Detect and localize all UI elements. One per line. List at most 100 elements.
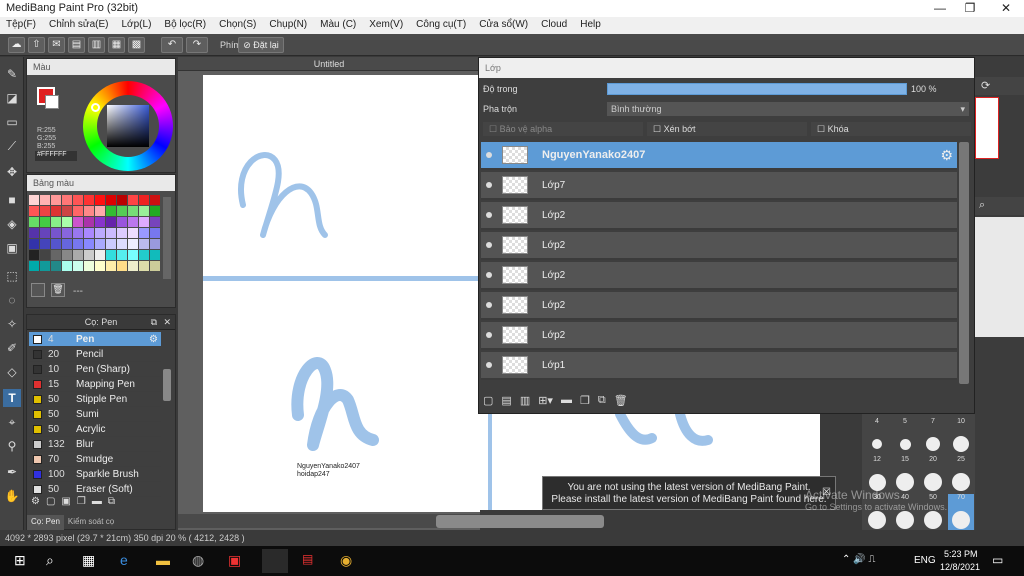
palette-swatch[interactable] [40,217,50,227]
menu-item-10[interactable]: Cloud [535,17,574,34]
brush-item[interactable]: 10 Pen (Sharp) [29,362,161,377]
palette-swatch[interactable] [73,239,83,249]
visibility-icon[interactable] [486,272,492,278]
palette-swatch[interactable] [62,239,72,249]
palette-swatch[interactable] [106,239,116,249]
palette-swatch[interactable] [128,250,138,260]
palette-swatch[interactable] [73,261,83,271]
palette-swatch[interactable] [117,239,127,249]
brush-size-dot[interactable] [868,511,886,529]
lock-checkbox[interactable]: ☐ Khóa [811,122,971,136]
palette-swatch[interactable] [73,228,83,238]
palette-swatch[interactable] [29,239,39,249]
system-tray-icons[interactable]: ⌃ 🔊 ⎍ [842,554,875,565]
canvas-tab[interactable]: Untitled [178,57,480,71]
brush-settings-icon[interactable]: ⚙ [149,334,158,345]
palette-swatch[interactable] [128,239,138,249]
delete-palette-icon[interactable]: 🗑 [51,283,65,297]
brush-size-dot[interactable] [926,437,940,451]
palette-swatch[interactable] [139,195,149,205]
fill-rect-tool-icon[interactable]: ■ [3,191,21,209]
palette-swatch[interactable] [84,239,94,249]
palette-swatch[interactable] [84,195,94,205]
palette-swatch[interactable] [117,261,127,271]
layer-row[interactable]: Lớp1 [481,352,957,380]
menu-item-3[interactable]: Bộ lọc(R) [158,17,213,34]
windows-start-icon[interactable]: ⊞ [14,552,26,569]
brush-item[interactable]: 50 Sumi [29,407,161,422]
brush-item[interactable]: 15 Mapping Pen [29,377,161,392]
eyedropper-tool-icon[interactable]: ⚲ [3,437,21,455]
horizontal-scroll-thumb[interactable] [436,515,604,528]
brush-item[interactable]: 132 Blur [29,437,161,452]
palette-swatch[interactable] [73,206,83,216]
delete-layer-icon[interactable]: 🗑 [614,394,628,410]
palette-swatch[interactable] [62,261,72,271]
palette-swatch[interactable] [95,250,105,260]
palette-swatch[interactable] [95,228,105,238]
layer-row[interactable]: Lớp2 [481,292,957,320]
select-eraser-tool-icon[interactable]: ◇ [3,363,21,381]
palette-swatch[interactable] [29,250,39,260]
page-icon[interactable]: ▥ [88,37,105,53]
medibang-taskbar-icon[interactable] [262,549,288,573]
text-tool-icon[interactable]: T [3,389,21,407]
new-layer-icon[interactable]: ▢ [483,394,493,410]
palette-swatch[interactable] [106,228,116,238]
palette-swatch[interactable] [51,250,61,260]
canvas[interactable]: NguyenYanako2407 hoidap247 [203,75,480,512]
palette-swatch[interactable] [51,206,61,216]
palette-swatch[interactable] [139,206,149,216]
palette-swatch[interactable] [51,228,61,238]
palette-swatch[interactable] [29,228,39,238]
palette-swatch[interactable] [40,228,50,238]
palette-swatch[interactable] [73,217,83,227]
grid-icon[interactable]: ▦ [108,37,125,53]
maximize-button[interactable]: ❐ [960,1,980,15]
clip-checkbox[interactable]: ☐ Xén bớt [647,122,807,136]
palette-swatch[interactable] [40,195,50,205]
palette-swatch[interactable] [128,228,138,238]
palette-swatch[interactable] [29,261,39,271]
eraser-tool-icon[interactable]: ◪ [3,89,21,107]
chat-icon[interactable]: ✉ [48,37,65,53]
hand-tool-icon[interactable]: ✋ [3,487,21,505]
palette-swatch[interactable] [128,195,138,205]
palette-swatch[interactable] [139,261,149,271]
palette-swatch[interactable] [95,195,105,205]
palette-swatch[interactable] [95,261,105,271]
palette-swatch[interactable] [29,217,39,227]
palette-swatch[interactable] [150,239,160,249]
visibility-icon[interactable] [486,182,492,188]
reset-button[interactable]: ⊘ Đặt lại [238,37,284,53]
hex-field[interactable]: #FFFFFF [35,151,77,161]
move-tool-icon[interactable]: ✥ [3,163,21,181]
menu-item-6[interactable]: Màu (C) [314,17,363,34]
file-explorer-icon[interactable]: ▬ [156,552,170,568]
copy-brush-icon[interactable]: ❐ [77,496,86,507]
pen-tool-icon[interactable]: ✒ [3,463,21,481]
palette-swatch[interactable] [29,195,39,205]
notification-icon[interactable]: ▭ [992,553,1003,567]
navigator-preview[interactable] [975,97,999,159]
palette-swatch[interactable] [51,217,61,227]
palette-swatch[interactable] [62,217,72,227]
edge-icon[interactable]: e [120,552,128,568]
bucket-tool-icon[interactable]: ◈ [3,215,21,233]
brush-size-dot[interactable] [953,436,969,452]
palette-swatch[interactable] [40,206,50,216]
brush-size-dot[interactable] [952,511,970,529]
palette-swatch[interactable] [150,217,160,227]
palette-swatch[interactable] [51,239,61,249]
brush-scrollbar[interactable] [163,369,171,401]
palette-swatch[interactable] [106,261,116,271]
palette-scrollbar[interactable] [163,197,171,279]
palette-swatch[interactable] [150,206,160,216]
palette-swatch[interactable] [106,250,116,260]
zoom-icon[interactable]: ⌕ [979,199,985,212]
menu-item-11[interactable]: Help [574,17,608,34]
folder-icon[interactable]: ▬ [92,496,102,507]
search-icon[interactable]: ⌕ [46,552,54,569]
palette-swatch[interactable] [139,217,149,227]
palette-swatch[interactable] [117,195,127,205]
